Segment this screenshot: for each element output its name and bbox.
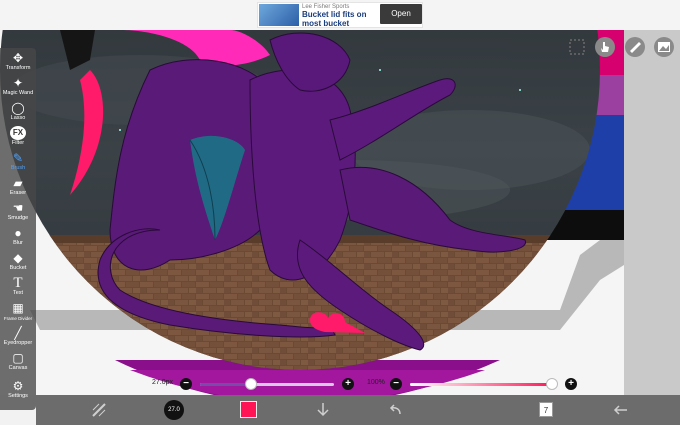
tool-lasso[interactable]: ◯ Lasso [0,100,36,126]
frame-divider-icon: ▦ [12,301,24,315]
bucket-icon: ◆ [13,251,23,265]
tool-label: Lasso [10,115,26,121]
arrow-down-icon[interactable] [314,401,332,419]
tool-magic-wand[interactable]: ✦ Magic Wand [0,75,36,101]
layers-button[interactable]: 7 [539,402,553,417]
brush-size-label: 27.0 [168,407,180,413]
tool-label: Smudge [7,215,29,221]
canvas-icon: ▢ [12,351,24,365]
undo-icon[interactable] [386,401,404,419]
tool-label: Magic Wand [2,90,34,96]
tool-label: Frame Divider [3,316,33,321]
opacity-increase-button[interactable]: + [565,378,577,390]
tool-label: Eraser [9,190,27,196]
tool-filter[interactable]: FX Filter [0,125,36,151]
move-icon: ✥ [12,51,24,65]
tool-label: Canvas [8,365,28,371]
tool-label: Filter [11,140,25,146]
tool-transform[interactable]: ✥ Transform [0,50,36,76]
tool-text[interactable]: T Text [0,275,36,301]
canvas-margin [624,30,680,395]
brush-icon: ✎ [12,151,24,165]
tool-label: Text [12,290,24,296]
ad-image[interactable] [259,4,299,26]
tool-canvas[interactable]: ▢ Canvas [0,350,36,376]
tool-palette: ✥ Transform ✦ Magic Wand ◯ Lasso FX Filt… [0,48,36,410]
ad-open-button[interactable]: Open [380,4,422,24]
tool-label: Settings [8,393,28,399]
redo-button[interactable] [458,401,476,419]
ad-banner: Lee Fisher Sports Bucket lid fits on mos… [0,0,680,30]
opacity-slider-thumb[interactable] [546,378,558,390]
size-slider-thumb[interactable] [244,378,257,390]
magic-wand-icon: ✦ [12,76,24,90]
text-icon: T [13,275,23,291]
tool-label: Bucket [9,265,27,271]
tool-smudge[interactable]: ☚ Smudge [0,200,36,226]
lasso-icon: ◯ [11,101,25,115]
size-decrease-button[interactable]: − [180,378,192,390]
eraser-icon: ▰ [13,176,23,190]
tool-label: Blur [13,240,23,246]
layer-count: 7 [543,406,549,415]
brush-sliders: 27.0px − + 100% − + [0,374,680,394]
tool-label: Brush [10,165,26,171]
brush-size-value: 27.0px [152,379,174,386]
color-swatch[interactable] [240,401,257,418]
smudge-icon: ☚ [12,201,24,215]
bottom-toolbar: 27.0 7 [36,395,680,425]
size-slider[interactable] [200,383,334,386]
ruler-icon[interactable] [624,36,646,58]
back-arrow-icon[interactable] [612,401,630,419]
tool-label: Transform [5,65,31,71]
fx-icon: FX [10,126,26,140]
opacity-decrease-button[interactable]: − [390,378,402,390]
tool-bucket[interactable]: ◆ Bucket [0,250,36,276]
eyedropper-icon: ╱ [14,326,22,340]
size-increase-button[interactable]: + [342,378,354,390]
ad-title[interactable]: Bucket lid fits on most bucket [302,10,384,28]
tool-frame-divider[interactable]: ▦ Frame Divider [0,300,36,326]
tool-eraser[interactable]: ▰ Eraser [0,175,36,201]
drawing-canvas[interactable] [0,30,680,395]
tool-label: Eyedropper [3,340,33,346]
touch-gesture-icon[interactable] [594,36,616,58]
selection-icon[interactable] [566,36,588,58]
ibis-paint-window: Lee Fisher Sports Bucket lid fits on mos… [0,0,680,425]
opacity-slider[interactable] [410,383,554,386]
brush-preview[interactable]: 27.0 [164,400,184,420]
opacity-value: 100% [367,379,385,386]
tool-blur[interactable]: ● Blur [0,225,36,251]
material-icon[interactable] [653,36,675,58]
tool-brush[interactable]: ✎ Brush [0,150,36,176]
tool-eyedropper[interactable]: ╱ Eyedropper [0,325,36,351]
blur-drop-icon: ● [14,226,22,240]
stabilizer-icon[interactable] [90,401,108,419]
